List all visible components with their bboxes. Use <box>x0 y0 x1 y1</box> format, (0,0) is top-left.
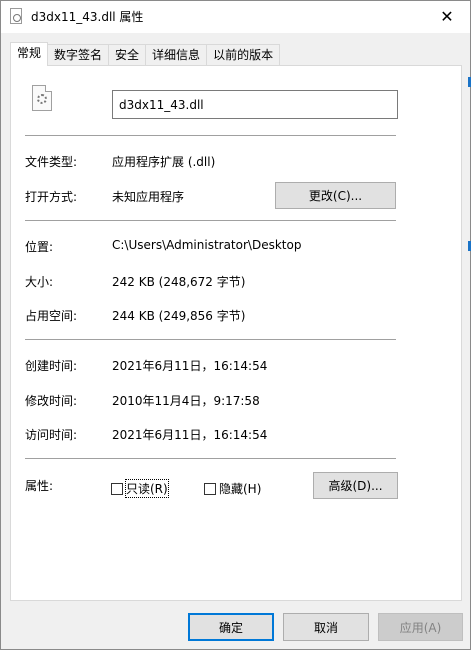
hidden-checkbox-label[interactable]: 隐藏(H) <box>219 480 261 497</box>
tab-strip: 常规 数字签名 安全 详细信息 以前的版本 <box>10 42 281 66</box>
cancel-button[interactable]: 取消 <box>283 613 369 641</box>
window-title: d3dx11_43.dll 属性 <box>31 10 144 24</box>
created-value: 2021年6月11日，16:14:54 <box>112 359 268 373</box>
accessed-label: 访问时间: <box>25 428 78 442</box>
tab-general[interactable]: 常规 <box>10 42 49 66</box>
file-name-input[interactable] <box>112 90 398 119</box>
attributes-label: 属性: <box>25 479 54 493</box>
properties-dialog: d3dx11_43.dll 属性 ✕ 常规 数字签名 安全 详细信息 以前的版本… <box>0 0 471 650</box>
ok-button[interactable]: 确定 <box>188 613 274 641</box>
readonly-checkbox-label[interactable]: 只读(R) <box>125 479 169 498</box>
hidden-checkbox-box[interactable] <box>204 482 216 495</box>
accessed-value: 2021年6月11日，16:14:54 <box>112 428 268 442</box>
close-button[interactable]: ✕ <box>424 1 470 31</box>
tab-details[interactable]: 详细信息 <box>145 44 208 66</box>
opens-with-label: 打开方式: <box>25 190 78 204</box>
tab-previous-versions[interactable]: 以前的版本 <box>206 44 281 66</box>
change-button[interactable]: 更改(C)... <box>275 182 396 209</box>
readonly-checkbox-box[interactable] <box>111 482 123 495</box>
readonly-checkbox[interactable]: 只读(R) <box>111 479 169 498</box>
modified-label: 修改时间: <box>25 394 78 408</box>
tab-digital-signatures[interactable]: 数字签名 <box>47 44 110 66</box>
separator <box>25 220 396 221</box>
general-tab-panel: 文件类型: 应用程序扩展 (.dll) 打开方式: 未知应用程序 更改(C)..… <box>10 65 462 601</box>
close-icon: ✕ <box>440 6 454 26</box>
size-label: 大小: <box>25 275 54 289</box>
file-type-label: 文件类型: <box>25 155 78 169</box>
location-label: 位置: <box>25 240 54 254</box>
separator <box>25 135 396 136</box>
file-type-value: 应用程序扩展 (.dll) <box>112 155 216 169</box>
opens-with-value: 未知应用程序 <box>112 190 185 204</box>
dll-file-icon <box>32 85 52 111</box>
modified-value: 2010年11月4日，9:17:58 <box>112 394 260 408</box>
apply-button[interactable]: 应用(A) <box>378 613 463 641</box>
created-label: 创建时间: <box>25 359 78 373</box>
tab-security[interactable]: 安全 <box>108 44 147 66</box>
gear-icon <box>37 94 47 104</box>
size-value: 242 KB (248,672 字节) <box>112 275 246 289</box>
size-on-disk-value: 244 KB (249,856 字节) <box>112 309 246 323</box>
advanced-button[interactable]: 高级(D)... <box>313 472 398 499</box>
separator <box>25 458 396 459</box>
separator <box>25 339 396 340</box>
hidden-checkbox[interactable]: 隐藏(H) <box>204 480 261 497</box>
size-on-disk-label: 占用空间: <box>25 309 78 323</box>
dll-file-icon <box>10 8 22 24</box>
location-value: C:\Users\Administrator\Desktop <box>112 238 302 252</box>
title-bar[interactable]: d3dx11_43.dll 属性 ✕ <box>1 1 470 33</box>
